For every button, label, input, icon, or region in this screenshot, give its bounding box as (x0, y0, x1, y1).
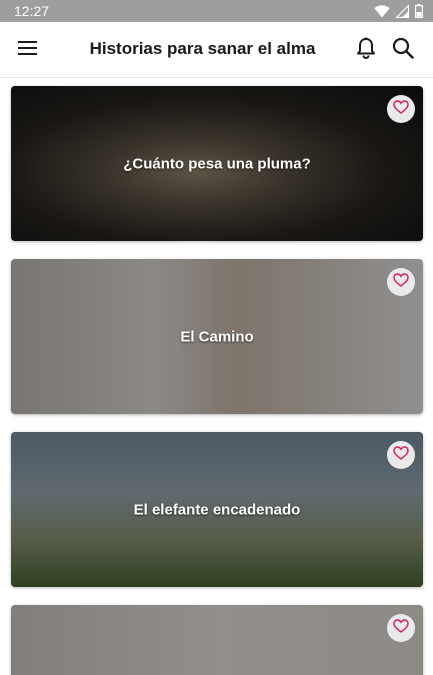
search-icon (392, 37, 414, 64)
story-card[interactable] (11, 605, 423, 675)
heart-icon (393, 445, 409, 465)
heart-icon (393, 272, 409, 292)
story-title: El elefante encadenado (133, 501, 301, 518)
favorite-button[interactable] (387, 268, 415, 296)
signal-icon (396, 4, 409, 18)
wifi-icon (374, 4, 390, 18)
menu-button[interactable] (12, 36, 44, 64)
favorite-button[interactable] (387, 614, 415, 642)
favorite-button[interactable] (387, 441, 415, 469)
notifications-button[interactable] (352, 36, 380, 64)
heart-icon (393, 99, 409, 119)
search-button[interactable] (388, 36, 418, 64)
story-title: ¿Cuánto pesa una pluma? (123, 155, 311, 172)
story-card[interactable]: El Camino (11, 259, 423, 414)
bell-icon (356, 37, 376, 64)
favorite-button[interactable] (387, 95, 415, 123)
battery-icon (415, 4, 423, 18)
story-card[interactable]: ¿Cuánto pesa una pluma? (11, 86, 423, 241)
story-card[interactable]: El elefante encadenado (11, 432, 423, 587)
status-icons (374, 4, 423, 18)
menu-icon (18, 40, 38, 61)
app-bar: Historias para sanar el alma (0, 22, 433, 78)
status-bar: 12:27 (0, 0, 433, 22)
story-title: El Camino (180, 328, 254, 345)
status-time: 12:27 (14, 3, 50, 19)
page-title: Historias para sanar el alma (89, 39, 316, 58)
heart-icon (393, 618, 409, 638)
